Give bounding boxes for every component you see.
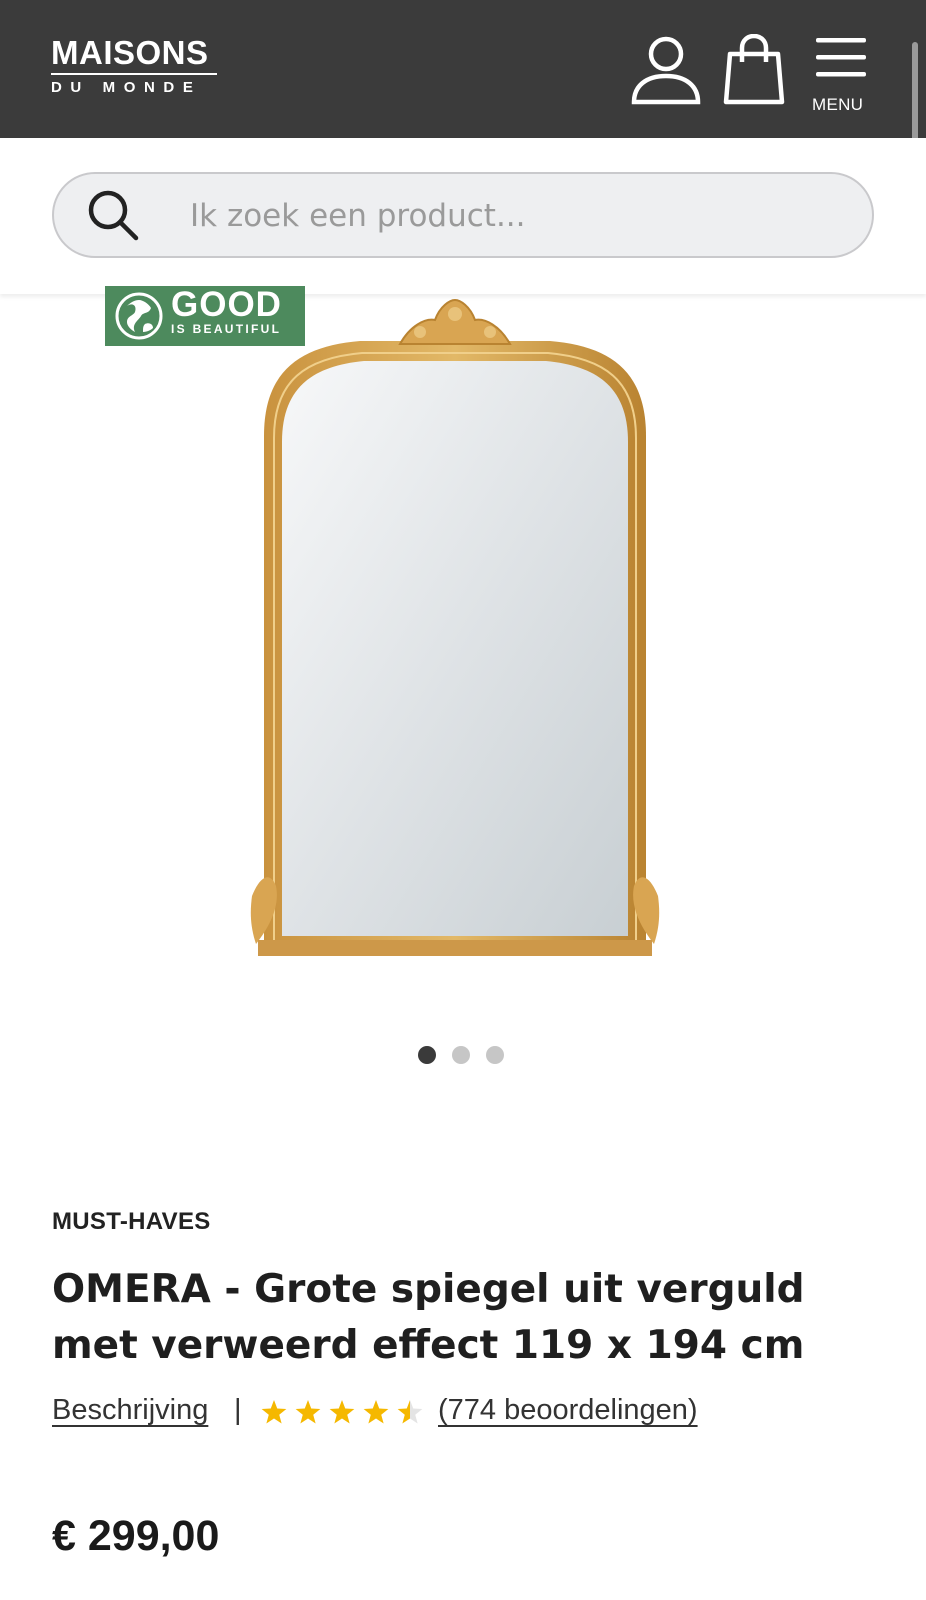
meta-separator: |	[234, 1394, 242, 1426]
reviews-link[interactable]: (774 beoordelingen)	[438, 1394, 698, 1427]
description-link[interactable]: Beschrijving	[52, 1394, 208, 1427]
shopping-bag-icon[interactable]	[722, 33, 786, 106]
carousel-dot-2[interactable]	[452, 1046, 470, 1064]
search-icon[interactable]	[86, 188, 142, 244]
logo-wordmark-bottom: DU MONDE	[51, 79, 202, 96]
search-box[interactable]	[52, 172, 874, 258]
rating-star-4	[363, 1400, 389, 1424]
rating-stars[interactable]	[260, 1399, 424, 1427]
collection-label: MUST-HAVES	[52, 1208, 211, 1235]
menu-button[interactable]: MENU	[812, 32, 882, 114]
rating-star-1	[261, 1400, 287, 1424]
carousel-dot-3[interactable]	[486, 1046, 504, 1064]
rating-star-5	[397, 1400, 423, 1424]
maisons-du-monde-logo[interactable]: MAISONS DU MONDE	[51, 36, 217, 96]
product-image[interactable]	[250, 296, 660, 966]
search-input[interactable]	[190, 194, 830, 238]
hamburger-icon	[816, 38, 866, 77]
globe-icon	[115, 292, 163, 340]
rating-star-3	[329, 1400, 355, 1424]
carousel-dot-1[interactable]	[418, 1046, 436, 1064]
search-bar-container	[0, 138, 926, 294]
logo-wordmark-top: MAISONS	[51, 34, 209, 71]
menu-label: MENU	[812, 95, 864, 114]
site-header: MAISONS DU MONDE MENU	[0, 0, 926, 138]
account-icon[interactable]	[630, 34, 702, 106]
product-price: € 299,00	[52, 1512, 220, 1560]
rating-star-2	[295, 1400, 321, 1424]
product-title: OMERA - Grote spiegel uit verguld met ve…	[52, 1267, 805, 1368]
logo-divider	[51, 73, 217, 75]
